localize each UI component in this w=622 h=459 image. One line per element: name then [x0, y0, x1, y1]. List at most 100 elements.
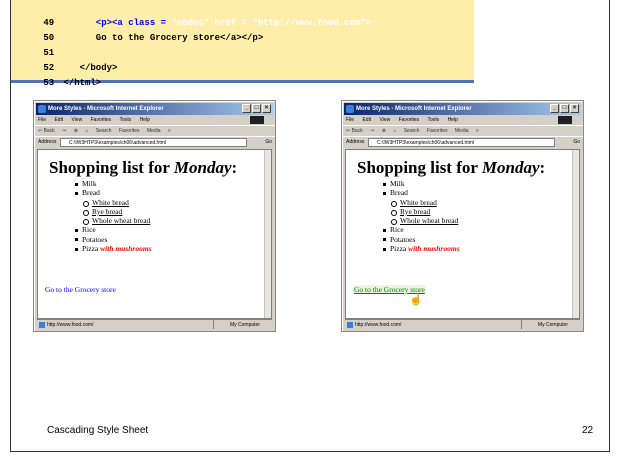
maximize-icon[interactable]: □ — [560, 104, 569, 113]
address-input[interactable]: C:\IW3HTP3\examples\ch06\advanced.html — [368, 138, 555, 147]
page-icon — [347, 322, 353, 328]
nested-link[interactable]: Whole wheat bread — [92, 216, 150, 225]
menu-edit[interactable]: Edit — [54, 117, 63, 123]
menu-bar: File Edit View Favorites Tools Help — [34, 115, 275, 125]
nested-link[interactable]: White bread — [92, 198, 129, 207]
line-number: 51 — [43, 48, 55, 58]
home-button[interactable]: ⌂ — [85, 128, 88, 134]
minimize-icon[interactable]: _ — [550, 104, 559, 113]
back-button[interactable]: ⇐ Back — [346, 128, 363, 134]
address-input[interactable]: C:\IW3HTP3\examples\ch06\advanced.html — [60, 138, 247, 147]
list-item: Milk — [75, 179, 152, 188]
close-icon[interactable]: × — [262, 104, 271, 113]
toolbar: ⇐ Back ⇒ ⊗ ⌂ Search Favorites Media » — [342, 125, 583, 136]
more-chevron-icon[interactable]: » — [168, 128, 171, 134]
nested-link[interactable]: Rye bread — [400, 207, 430, 216]
media-button[interactable]: Media — [147, 128, 161, 134]
code-text: <p><a class = — [63, 18, 172, 28]
status-zone: My Computer — [520, 320, 568, 329]
menu-view[interactable]: View — [71, 117, 82, 123]
list-item: Rice — [383, 225, 460, 234]
menu-file[interactable]: File — [346, 117, 354, 123]
address-bar: Address C:\IW3HTP3\examples\ch06\advance… — [34, 136, 275, 147]
ie-logo-icon — [346, 105, 354, 113]
page-heading: Shopping list for Monday: — [357, 158, 546, 177]
list-item: Bread — [75, 188, 152, 197]
list-item: Potatoes — [383, 235, 460, 244]
status-url: http://www.food.com/ — [47, 322, 94, 328]
menu-tools[interactable]: Tools — [427, 117, 439, 123]
go-button[interactable]: Go — [573, 137, 580, 148]
sub-list-item: White bread — [383, 198, 460, 207]
back-button[interactable]: ⇐ Back — [38, 128, 55, 134]
close-icon[interactable]: × — [570, 104, 579, 113]
home-button[interactable]: ⌂ — [393, 128, 396, 134]
sub-list-item: Rye bread — [383, 207, 460, 217]
windows-flag-icon — [558, 116, 572, 124]
list-item: Potatoes — [75, 235, 152, 244]
title-bar: More Styles - Microsoft Internet Explore… — [344, 103, 581, 115]
list-item: Pizza with mushrooms — [383, 244, 460, 253]
forward-button[interactable]: ⇒ — [62, 128, 66, 134]
maximize-icon[interactable]: □ — [252, 104, 261, 113]
page-number: 22 — [582, 425, 594, 436]
page-content: Shopping list for Monday: Milk Bread Whi… — [345, 149, 580, 319]
browser-window-before: More Styles - Microsoft Internet Explore… — [33, 100, 276, 332]
favorites-button[interactable]: Favorites — [119, 128, 140, 134]
ie-logo-icon — [38, 105, 46, 113]
sub-list-item: White bread — [75, 198, 152, 207]
go-button[interactable]: Go — [265, 137, 272, 148]
code-text: </body> — [63, 63, 118, 73]
list-item: Pizza with mushrooms — [75, 244, 152, 253]
emphasis-text: with mushrooms — [408, 244, 460, 254]
menu-file[interactable]: File — [38, 117, 46, 123]
vertical-scrollbar[interactable] — [572, 150, 579, 318]
menu-bar: File Edit View Favorites Tools Help — [342, 115, 583, 125]
address-label: Address — [38, 139, 57, 145]
menu-tools[interactable]: Tools — [119, 117, 131, 123]
list-item: Bread — [383, 188, 460, 197]
vertical-scrollbar[interactable] — [264, 150, 271, 318]
menu-help[interactable]: Help — [448, 117, 458, 123]
code-text: "nodec" href = "http://www.food.com"> — [171, 18, 372, 28]
menu-view[interactable]: View — [379, 117, 390, 123]
menu-edit[interactable]: Edit — [362, 117, 371, 123]
line-number: 49 — [43, 18, 55, 28]
stop-button[interactable]: ⊗ — [382, 128, 386, 134]
nested-link[interactable]: White bread — [400, 198, 437, 207]
menu-favorites[interactable]: Favorites — [91, 117, 112, 123]
code-listing: 49 <p><a class = "nodec" href = "http://… — [11, 0, 474, 88]
search-button[interactable]: Search — [404, 128, 420, 134]
slide-title: Cascading Style Sheet — [47, 425, 149, 436]
grocery-store-link[interactable]: Go to the Grocery store — [45, 285, 116, 294]
media-button[interactable]: Media — [455, 128, 469, 134]
sub-list-item: Rye bread — [75, 207, 152, 217]
status-zone: My Computer — [212, 320, 260, 329]
window-title: More Styles - Microsoft Internet Explore… — [356, 106, 472, 112]
shopping-list: Milk Bread White bread Rye bread Whole w… — [75, 179, 152, 253]
code-text: </html> — [63, 78, 102, 88]
nested-link[interactable]: Whole wheat bread — [400, 216, 458, 225]
nested-link[interactable]: Rye bread — [92, 207, 122, 216]
search-button[interactable]: Search — [96, 128, 112, 134]
status-bar: http://www.food.com/ My Computer — [37, 319, 272, 329]
page-heading: Shopping list for Monday: — [49, 158, 238, 177]
list-item: Rice — [75, 225, 152, 234]
minimize-icon[interactable]: _ — [242, 104, 251, 113]
slide: 49 <p><a class = "nodec" href = "http://… — [10, 0, 610, 452]
menu-favorites[interactable]: Favorites — [399, 117, 420, 123]
more-chevron-icon[interactable]: » — [476, 128, 479, 134]
line-number: 50 — [43, 33, 55, 43]
title-bar: More Styles - Microsoft Internet Explore… — [36, 103, 273, 115]
toolbar: ⇐ Back ⇒ ⊗ ⌂ Search Favorites Media » — [34, 125, 275, 136]
code-text: Go to the Grocery store</a></p> — [63, 33, 264, 43]
windows-flag-icon — [250, 116, 264, 124]
stop-button[interactable]: ⊗ — [74, 128, 78, 134]
favorites-button[interactable]: Favorites — [427, 128, 448, 134]
line-number: 53 — [43, 78, 55, 88]
shopping-list: Milk Bread White bread Rye bread Whole w… — [383, 179, 460, 253]
menu-help[interactable]: Help — [140, 117, 150, 123]
hand-cursor-icon: ☝ — [409, 294, 423, 306]
code-line: 49 <p><a class = "nodec" href = "http://… — [11, 1, 474, 28]
forward-button[interactable]: ⇒ — [370, 128, 374, 134]
